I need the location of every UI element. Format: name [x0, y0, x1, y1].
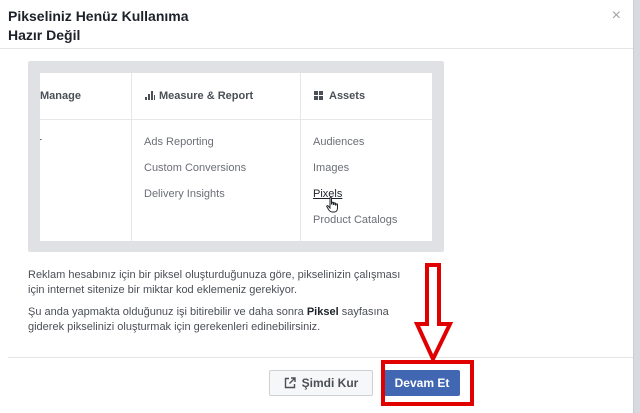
body-paragraph-2-line1: Şu anda yapmakta olduğunuz işi bitirebil…: [28, 305, 448, 320]
install-now-label: Şimdi Kur: [301, 376, 359, 390]
body-paragraph-2-text-b: sayfasına: [338, 306, 389, 318]
bar-chart-icon: [145, 91, 155, 103]
menu-illustration-panel: Manage r Measure & Report Ads Reporting …: [40, 73, 432, 241]
menu-heading-manage: Manage: [40, 90, 81, 102]
menu-heading-assets: Assets: [314, 90, 365, 103]
page-background: [634, 0, 640, 413]
body-paragraph-1-line2: için internet sitenize bir miktar kod ek…: [28, 284, 298, 296]
menu-item-manage-partial: r: [40, 136, 42, 148]
menu-heading-assets-label: Assets: [329, 90, 366, 102]
body-paragraph-2-text-a: Şu anda yapmakta olduğunuz işi bitirebil…: [28, 306, 307, 318]
menu-item-delivery-insights: Delivery Insights: [144, 188, 225, 200]
body-paragraph-1: Reklam hesabınız için bir piksel oluştur…: [28, 268, 448, 298]
grid-icon: [314, 91, 323, 103]
header-divider: [0, 48, 633, 49]
dialog-title-line2: Hazır Değil: [8, 27, 81, 43]
pixel-not-ready-dialog: Pikseliniz Henüz Kullanıma Hazır Değil ×…: [0, 0, 634, 413]
menu-illustration: Manage r Measure & Report Ads Reporting …: [28, 61, 444, 252]
menu-column-measure-report: Measure & Report Ads Reporting Custom Co…: [132, 73, 300, 241]
menu-heading-measure-report: Measure & Report: [145, 90, 253, 103]
annotation-down-arrow-icon: [413, 262, 454, 367]
body-paragraph-2-line2: giderek pikselinizi oluşturmak için gere…: [28, 321, 321, 333]
menu-item-custom-conversions: Custom Conversions: [144, 162, 247, 174]
menu-item-ads-reporting: Ads Reporting: [144, 136, 214, 148]
footer-divider: [8, 357, 633, 358]
body-paragraph-1-line1: Reklam hesabınız için bir piksel oluştur…: [28, 269, 401, 281]
body-paragraph-2: Şu anda yapmakta olduğunuz işi bitirebil…: [28, 305, 448, 335]
pixel-page-emphasis: Piksel: [306, 306, 339, 318]
hand-cursor-icon: [326, 197, 340, 218]
menu-heading-measure-report-label: Measure & Report: [159, 90, 254, 102]
external-link-icon: [284, 373, 296, 397]
menu-item-audiences: Audiences: [313, 136, 365, 148]
install-now-button[interactable]: Şimdi Kur: [269, 370, 373, 396]
menu-column-manage: Manage r: [40, 73, 130, 241]
dialog-title: Pikseliniz Henüz Kullanıma Hazır Değil: [8, 7, 308, 45]
dialog-title-line1: Pikseliniz Henüz Kullanıma: [8, 8, 189, 24]
menu-column-assets: Assets Audiences Images Pixels Product C…: [301, 73, 432, 241]
close-icon[interactable]: ×: [612, 7, 621, 25]
menu-item-images: Images: [313, 162, 350, 174]
